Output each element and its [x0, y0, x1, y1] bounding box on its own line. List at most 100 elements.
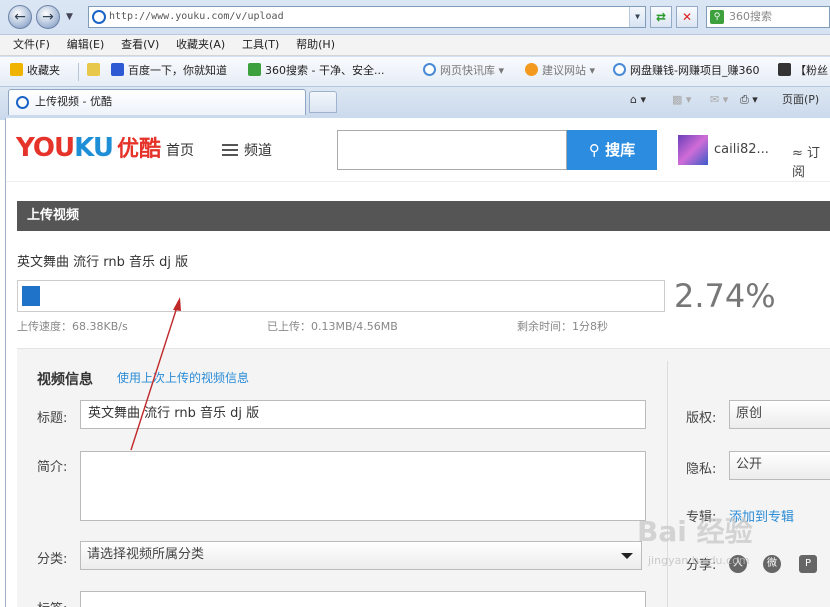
tab-upload-video[interactable]: 上传视频 - 优酷	[8, 89, 306, 115]
menu-favorites[interactable]: 收藏夹(A)	[176, 35, 225, 55]
address-dropdown-icon[interactable]: ▼	[629, 7, 645, 27]
ie-icon	[423, 63, 436, 76]
chevron-down-icon	[621, 553, 633, 559]
favorites-divider	[78, 63, 79, 81]
fav-link-360[interactable]: 360搜索 - 干净、安全...	[248, 63, 384, 79]
home-icon[interactable]: ⌂ ▾	[630, 92, 646, 108]
category-select[interactable]: 请选择视频所属分类	[80, 541, 642, 570]
upload-video-name: 英文舞曲 流行 rnb 音乐 dj 版	[17, 255, 189, 270]
intro-textarea[interactable]	[80, 451, 646, 521]
nav-channel[interactable]: 频道	[222, 140, 272, 160]
stop-icon[interactable]: ✕	[676, 6, 698, 28]
fav-link-baidu[interactable]: 百度一下，你就知道	[111, 63, 227, 79]
print-icon[interactable]: ⎙ ▾	[740, 92, 758, 108]
title-label: 标题:	[37, 411, 68, 426]
video-info-heading: 视频信息	[37, 372, 93, 388]
category-label: 分类:	[37, 552, 68, 567]
site-search-input[interactable]	[337, 130, 567, 170]
share-weibo-icon[interactable]: 微	[763, 555, 781, 573]
baidu-watermark-site: jingyan.baidu.com	[648, 554, 750, 567]
menu-file[interactable]: 文件(F)	[13, 35, 50, 55]
address-bar[interactable]: http://www.youku.com/v/upload ▼	[88, 6, 646, 28]
video-info-form: 视频信息 使用上次上传的视频信息 标题: 英文舞曲 流行 rnb 音乐 dj 版…	[17, 348, 830, 607]
menu-edit[interactable]: 编辑(E)	[67, 35, 105, 55]
rss-icon: ≈	[792, 146, 803, 161]
search-engine-icon: ⚲	[710, 10, 724, 24]
mail-icon[interactable]: ✉ ▾	[710, 92, 728, 108]
upload-progress-bar	[17, 280, 665, 312]
baidu-watermark: Bai 经验	[637, 515, 753, 548]
fav-label: 网页快讯库 ▾	[440, 64, 505, 77]
uploaded-size: 已上传：0.13MB/4.56MB	[267, 320, 398, 333]
youku-logo[interactable]: YOUKU 优酷	[16, 133, 161, 165]
fav-webslice[interactable]: 网页快讯库 ▾	[423, 63, 504, 79]
nav-home[interactable]: 首页	[166, 140, 194, 160]
back-icon[interactable]: ←	[8, 5, 32, 29]
menu-icon	[222, 144, 238, 156]
privacy-label: 隐私:	[686, 462, 717, 477]
username[interactable]: caili82...	[714, 142, 769, 157]
fav-label: 建议网站 ▾	[542, 64, 596, 77]
upload-percent: 2.74%	[674, 277, 776, 315]
tags-input[interactable]	[80, 591, 646, 607]
page-menu[interactable]: 页面(P)	[782, 92, 819, 108]
upload-speed: 上传速度：68.38KB/s	[17, 320, 128, 333]
browser-search-input[interactable]: ⚲ 360搜索	[706, 6, 830, 28]
intro-label: 简介:	[37, 460, 68, 475]
new-tab-button[interactable]	[309, 91, 337, 113]
remaining-time: 剩余时间：1分8秒	[517, 320, 608, 333]
page-icon	[92, 10, 106, 24]
tab-title: 上传视频 - 优酷	[35, 95, 112, 108]
ie-icon	[613, 63, 626, 76]
fav-link-fans[interactable]: 【粉丝	[778, 63, 828, 79]
fav-label: 【粉丝	[795, 64, 828, 77]
fav-link-wangpan[interactable]: 网盘赚钱-网赚项目_赚360	[613, 63, 759, 79]
favorites-bar: 收藏夹 百度一下，你就知道 360搜索 - 干净、安全... 网页快讯库 ▾ 建…	[0, 57, 830, 87]
logo-ku: KU	[74, 133, 114, 163]
menu-view[interactable]: 查看(V)	[121, 35, 159, 55]
fav-label: 360搜索 - 干净、安全...	[265, 64, 385, 77]
form-divider	[667, 361, 668, 607]
search-button[interactable]: ⚲ 搜库	[567, 130, 657, 170]
tags-label: 标签:	[37, 598, 67, 607]
history-dropdown-icon[interactable]: ▼	[66, 12, 73, 22]
search-button-label: 搜库	[605, 141, 636, 159]
favorites-button[interactable]: 收藏夹	[10, 63, 60, 79]
search-icon: ⚲	[588, 141, 600, 159]
logo-you: YOU	[16, 133, 75, 163]
fav-label: 百度一下，你就知道	[128, 64, 227, 77]
feeds-icon[interactable]: ▩ ▾	[672, 92, 691, 108]
subscribe-link[interactable]: ≈ 订阅	[792, 142, 830, 180]
address-row: ← → ▼ http://www.youku.com/v/upload ▼ ⇄ …	[0, 0, 830, 34]
star-icon	[10, 63, 23, 76]
star-add-icon	[87, 63, 100, 76]
360-icon	[248, 63, 261, 76]
suggested-sites-icon	[525, 63, 538, 76]
browser-search-placeholder: 360搜索	[729, 10, 772, 23]
add-favorite-icon[interactable]	[87, 63, 104, 79]
logo-cn: 优酷	[116, 137, 161, 162]
tab-page-icon	[16, 96, 29, 109]
favorites-label: 收藏夹	[27, 64, 60, 77]
category-placeholder: 请选择视频所属分类	[87, 547, 205, 562]
fav-suggested-sites[interactable]: 建议网站 ▾	[525, 63, 595, 79]
title-input[interactable]: 英文舞曲 流行 rnb 音乐 dj 版	[80, 400, 646, 429]
use-last-info-link[interactable]: 使用上次上传的视频信息	[117, 369, 249, 386]
section-title: 上传视频	[17, 201, 830, 231]
forward-icon[interactable]: →	[36, 5, 60, 29]
privacy-select[interactable]: 公开	[729, 451, 830, 480]
upload-progress-fill	[22, 286, 40, 306]
copyright-select[interactable]: 原创	[729, 400, 830, 429]
tool-icon	[778, 63, 791, 76]
refresh-icon[interactable]: ⇄	[650, 6, 672, 28]
share-qzone-icon[interactable]: P	[799, 555, 817, 573]
menu-help[interactable]: 帮助(H)	[296, 35, 335, 55]
browser-chrome: ← → ▼ http://www.youku.com/v/upload ▼ ⇄ …	[0, 0, 830, 120]
nav-channel-label: 频道	[244, 143, 272, 159]
copyright-label: 版权:	[686, 411, 717, 426]
menu-tools[interactable]: 工具(T)	[242, 35, 279, 55]
baidu-icon	[111, 63, 124, 76]
site-header: YOUKU 优酷 首页 频道 ⚲ 搜库 caili82... ≈ 订阅	[6, 118, 830, 182]
fav-label: 网盘赚钱-网赚项目_赚360	[630, 64, 760, 77]
avatar[interactable]	[678, 135, 708, 165]
